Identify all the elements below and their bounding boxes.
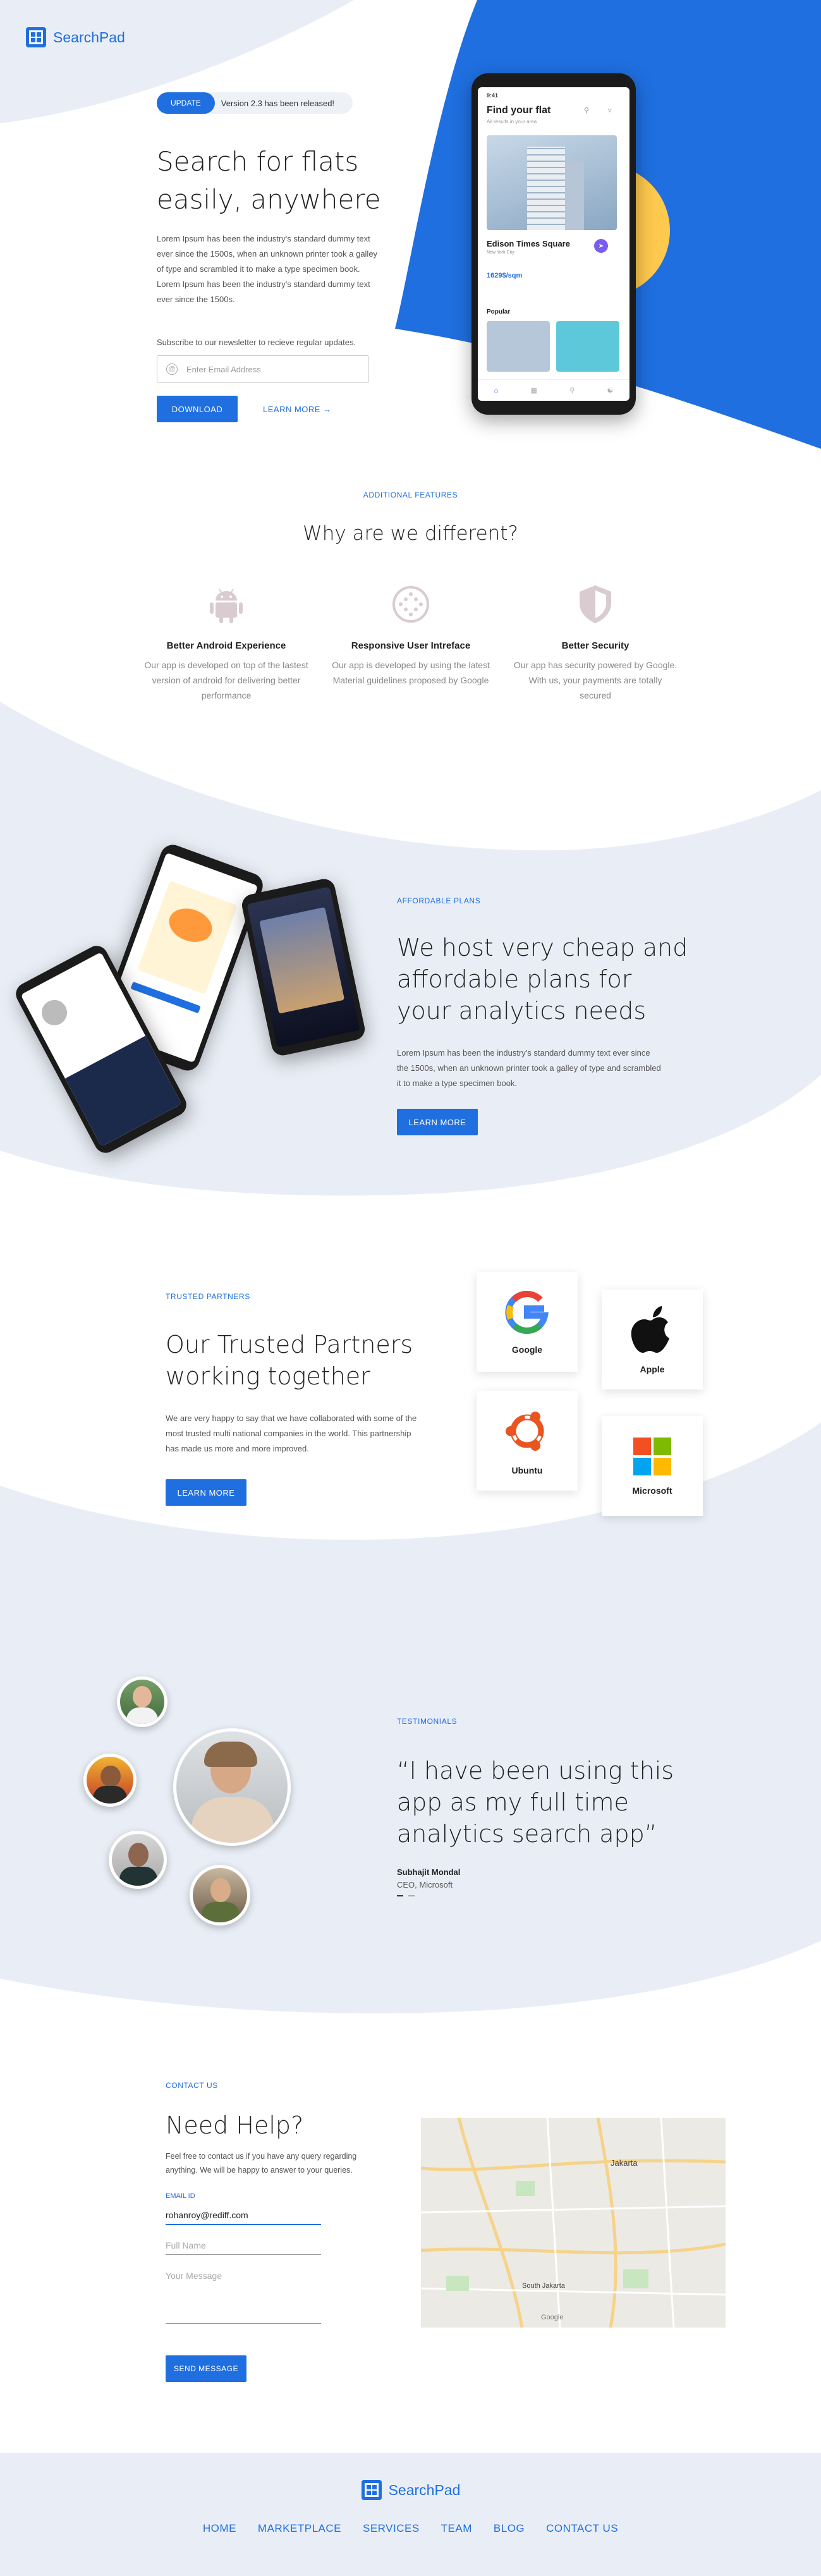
pager-dot[interactable] <box>408 1895 415 1896</box>
plans-title: We host very cheap and affordable plans … <box>397 934 688 1025</box>
phone-time: 9:41 <box>487 92 499 99</box>
ubuntu-logo-icon <box>506 1412 544 1451</box>
map-label-south: South Jakarta <box>522 2282 565 2290</box>
avatar[interactable] <box>117 1676 167 1727</box>
listing-price: 1629$/sqm <box>487 272 523 279</box>
partner-name: Apple <box>640 1364 665 1374</box>
testimonial-author: Subhajit Mondal <box>397 1867 461 1877</box>
feature-android: Better Android Experience Our app is dev… <box>144 582 308 703</box>
features-title: Why are we different? <box>303 522 518 545</box>
listing-next-icon: ➤ <box>594 239 608 253</box>
partners-body: We are very happy to say that we have co… <box>166 1413 417 1453</box>
message-field[interactable]: Your Message <box>166 2271 321 2324</box>
apple-logo-icon <box>631 1306 669 1353</box>
partner-name: Microsoft <box>632 1486 672 1496</box>
avatar[interactable] <box>83 1754 137 1807</box>
phone-filter-icon: ▿ <box>608 107 612 114</box>
phone-tabbar: ⌂ ▦ ⚲ ☯ <box>478 379 629 401</box>
email-placeholder: Enter Email Address <box>186 364 261 374</box>
phone-subtitle: All results in your area <box>487 119 537 125</box>
feature-title: Responsive User Intreface <box>351 640 471 651</box>
map-roads <box>421 2118 726 2328</box>
update-badge: UPDATE <box>157 92 215 114</box>
brand-logo[interactable]: SearchPad <box>25 27 125 48</box>
avatar-featured[interactable] <box>173 1728 291 1846</box>
email-label: EMAIL ID <box>166 2192 195 2200</box>
footer-nav-marketplace[interactable]: MARKETPLACE <box>258 2522 341 2535</box>
partner-microsoft[interactable]: Microsoft <box>602 1416 703 1516</box>
partner-ubuntu[interactable]: Ubuntu <box>477 1391 578 1491</box>
phone-screen: 9:41 Find your flat All results in your … <box>478 87 629 401</box>
dots-grid-icon <box>392 586 429 623</box>
update-text: Version 2.3 has been released! <box>221 98 335 108</box>
contact-eyebrow: CONTACT US <box>166 2081 218 2090</box>
listing-image <box>487 135 617 230</box>
footer-nav-contact[interactable]: CONTACT US <box>546 2522 618 2535</box>
logo-icon <box>361 2480 382 2500</box>
partner-google[interactable]: Google <box>477 1272 578 1372</box>
contact-title: Need Help? <box>166 2111 304 2139</box>
footer-nav-team[interactable]: TEAM <box>441 2522 472 2535</box>
at-icon: @ <box>166 363 178 375</box>
contact-body: Feel free to contact us if you have any … <box>166 2152 357 2175</box>
partners-eyebrow: TRUSTED PARTNERS <box>166 1292 250 1301</box>
feature-title: Better Android Experience <box>166 640 286 651</box>
pager-dot-active[interactable] <box>397 1895 403 1896</box>
microsoft-logo-icon <box>633 1438 671 1475</box>
popular-card-1 <box>487 321 550 372</box>
android-icon <box>210 589 243 623</box>
testimonial-quote: “I have been using this app as my full t… <box>397 1757 674 1848</box>
feature-responsive: Responsive User Intreface Our app is dev… <box>329 582 493 688</box>
plans-learn-more-button[interactable]: LEARN MORE <box>397 1109 478 1135</box>
email-input[interactable]: @ Enter Email Address <box>157 355 369 383</box>
send-message-button[interactable]: SEND MESSAGE <box>166 2355 246 2382</box>
footer-nav-services[interactable]: SERVICES <box>363 2522 420 2535</box>
footer-nav-blog[interactable]: BLOG <box>494 2522 525 2535</box>
map[interactable]: Jakarta South Jakarta Google <box>421 2118 726 2328</box>
download-button[interactable]: DOWNLOAD <box>157 396 238 422</box>
google-logo-icon <box>505 1290 549 1334</box>
feature-desc: Our app is developed on top of the laste… <box>144 660 308 700</box>
plans-eyebrow: AFFORDABLE PLANS <box>397 896 481 905</box>
feature-desc: Our app is developed by using the latest… <box>332 660 490 685</box>
partner-apple[interactable]: Apple <box>602 1290 703 1389</box>
map-label-jakarta: Jakarta <box>611 2158 638 2168</box>
listing-location: New York City <box>487 250 514 255</box>
testimonials-eyebrow: TESTIMONIALS <box>397 1717 458 1726</box>
phone-search-icon: ⚲ <box>584 107 590 114</box>
full-name-field[interactable]: Full Name <box>166 2240 321 2255</box>
plans-body: Lorem Ipsum has been the industry's stan… <box>397 1048 661 1088</box>
partners-learn-more-button[interactable]: LEARN MORE <box>166 1479 246 1506</box>
footer-nav: HOME MARKETPLACE SERVICES TEAM BLOG CONT… <box>0 2522 821 2535</box>
learn-more-link[interactable]: LEARN MORE → <box>263 405 332 414</box>
avatar[interactable] <box>190 1865 250 1926</box>
shield-icon <box>580 585 611 623</box>
hero-phone: 9:41 Find your flat All results in your … <box>471 73 636 415</box>
listing-name: Edison Times Square <box>487 239 570 248</box>
hero-title: Search for flats easily, anywhere <box>157 146 381 215</box>
map-google-logo: Google <box>541 2314 564 2321</box>
avatar[interactable] <box>109 1831 167 1889</box>
testimonial-pager <box>397 1895 415 1896</box>
phone-title: Find your flat <box>487 105 551 116</box>
partner-name: Ubuntu <box>511 1465 543 1475</box>
feature-desc: Our app has security powered by Google. … <box>513 660 678 700</box>
logo-icon <box>26 27 46 47</box>
hero-body: Lorem Ipsum has been the industry's stan… <box>157 234 378 304</box>
subscribe-text: Subscribe to our newsletter to recieve r… <box>157 338 356 347</box>
feature-security: Better Security Our app has security pow… <box>513 582 678 703</box>
popular-card-2 <box>556 321 619 372</box>
feature-title: Better Security <box>561 640 629 651</box>
features-eyebrow: ADDITIONAL FEATURES <box>363 491 458 499</box>
testimonial-role: CEO, Microsoft <box>397 1880 453 1889</box>
update-banner[interactable]: UPDATE Version 2.3 has been released! <box>157 92 353 114</box>
contact-email-field[interactable]: rohanroy@rediff.com <box>166 2210 321 2225</box>
partner-name: Google <box>511 1345 543 1355</box>
brand-name: SearchPad <box>53 28 125 46</box>
partners-title: Our Trusted Partners working together <box>166 1331 413 1390</box>
footer-nav-home[interactable]: HOME <box>203 2522 236 2535</box>
footer-brand[interactable]: SearchPad <box>0 2479 821 2501</box>
footer-brand-name: SearchPad <box>388 2481 461 2498</box>
phone-section: Popular <box>487 308 511 315</box>
